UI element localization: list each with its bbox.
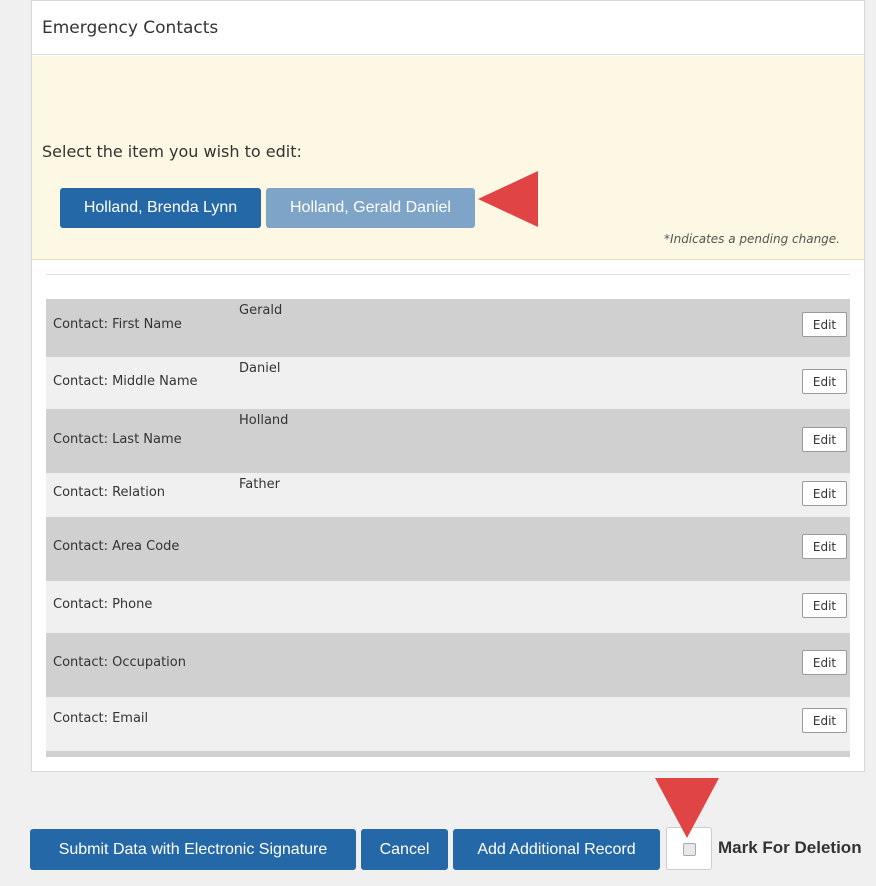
field-label: Contact: Area Code: [53, 539, 180, 554]
edit-button-first-name[interactable]: Edit: [802, 312, 847, 337]
field-label: Contact: Phone: [53, 597, 153, 612]
select-prompt: Select the item you wish to edit:: [42, 142, 302, 161]
edit-button-middle-name[interactable]: Edit: [802, 369, 847, 394]
contact-button-brenda[interactable]: Holland, Brenda Lynn: [60, 188, 261, 228]
edit-button-phone[interactable]: Edit: [802, 593, 847, 618]
field-list: Contact: First Name Gerald Edit Contact:…: [46, 299, 850, 751]
add-record-button[interactable]: Add Additional Record: [453, 829, 660, 870]
red-arrow-left-icon: [478, 171, 538, 227]
emergency-contacts-panel: Emergency Contacts Select the item you w…: [31, 0, 865, 772]
field-label: Contact: Relation: [53, 485, 166, 500]
edit-button-last-name[interactable]: Edit: [802, 427, 847, 452]
submit-signature-button[interactable]: Submit Data with Electronic Signature: [30, 829, 356, 870]
field-label: Contact: First Name: [53, 317, 182, 332]
edit-button-relation[interactable]: Edit: [802, 481, 847, 506]
field-label: Contact: Last Name: [53, 432, 182, 447]
field-row-occupation: Contact: Occupation Edit: [46, 633, 850, 697]
field-value: Holland: [239, 413, 289, 428]
edit-button-email[interactable]: Edit: [802, 708, 847, 733]
field-row-middle-name: Contact: Middle Name Daniel Edit: [46, 357, 850, 409]
field-row-phone: Contact: Phone Edit: [46, 581, 850, 633]
field-value: Gerald: [239, 303, 283, 318]
red-arrow-down-icon: [655, 778, 719, 838]
divider: [46, 274, 850, 275]
cancel-button[interactable]: Cancel: [361, 829, 448, 870]
field-row-last-name: Contact: Last Name Holland Edit: [46, 409, 850, 473]
field-label: Contact: Email: [53, 711, 149, 726]
mark-for-deletion-checkbox[interactable]: [683, 843, 696, 856]
field-row-relation: Contact: Relation Father Edit: [46, 473, 850, 517]
contact-selector-area: Select the item you wish to edit: Hollan…: [32, 56, 864, 260]
edit-button-area-code[interactable]: Edit: [802, 534, 847, 559]
field-row-email: Contact: Email Edit: [46, 697, 850, 751]
field-row-first-name: Contact: First Name Gerald Edit: [46, 299, 850, 357]
rows-footer: [46, 751, 850, 757]
field-row-area-code: Contact: Area Code Edit: [46, 517, 850, 581]
contact-button-gerald[interactable]: Holland, Gerald Daniel: [266, 188, 475, 228]
pending-change-note: *Indicates a pending change.: [664, 232, 840, 246]
field-value: Father: [239, 477, 280, 492]
mark-for-deletion-label: Mark For Deletion: [718, 838, 862, 857]
field-label: Contact: Occupation: [53, 655, 186, 670]
field-value: Daniel: [239, 361, 281, 376]
panel-header: Emergency Contacts: [32, 1, 864, 55]
edit-button-occupation[interactable]: Edit: [802, 650, 847, 675]
field-label: Contact: Middle Name: [53, 374, 198, 389]
panel-title: Emergency Contacts: [42, 18, 219, 38]
